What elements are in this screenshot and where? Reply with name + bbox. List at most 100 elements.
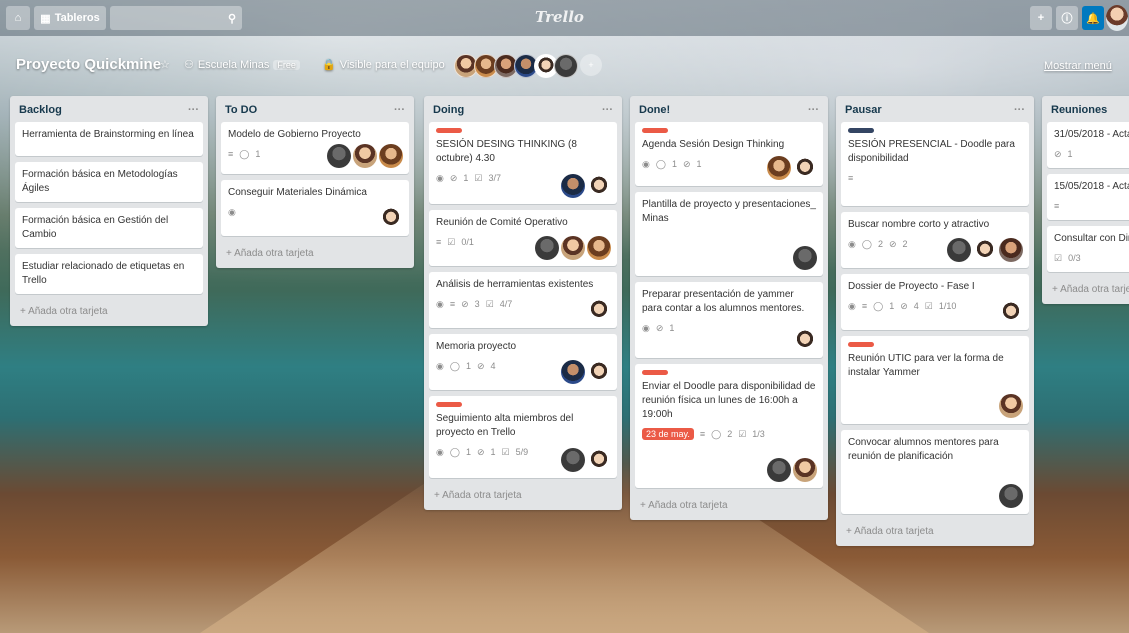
member-avatar[interactable]	[554, 54, 578, 78]
search-input[interactable]: ⚲	[110, 6, 242, 30]
member-avatar[interactable]	[327, 144, 351, 168]
card[interactable]: Modelo de Gobierno Proyecto ≡ ◯ 1	[221, 122, 409, 174]
card[interactable]: Consultar con Dir ☑ 0/3	[1047, 226, 1129, 272]
list-title[interactable]: Doing	[433, 104, 464, 116]
member-avatar[interactable]	[947, 238, 971, 262]
card[interactable]: Reunión de Comité Operativo ≡ ☑ 0/1	[429, 210, 617, 266]
card-title: Preparar presentación de yammer para con…	[642, 289, 805, 314]
board-title[interactable]: Proyecto Quickmine	[16, 56, 161, 73]
member-avatar[interactable]	[793, 458, 817, 482]
add-card-button[interactable]: + Añada otra tarjeta	[216, 242, 414, 268]
card-title: Reunión UTIC para ver la forma de instal…	[848, 353, 1004, 378]
card[interactable]: Análisis de herramientas existentes ◉ ≡ …	[429, 272, 617, 328]
card[interactable]: Seguimiento alta miembros del proyecto e…	[429, 396, 617, 478]
member-avatar[interactable]	[999, 484, 1023, 508]
watch-icon: ◉	[642, 322, 650, 333]
add-card-button[interactable]: + Añada otra tarjeta	[10, 300, 208, 326]
member-avatar[interactable]	[999, 394, 1023, 418]
card[interactable]: Formación básica en Metodologías Ágiles	[15, 162, 203, 202]
trello-logo[interactable]: Trello	[535, 8, 584, 26]
invite-member-button[interactable]: +	[580, 54, 602, 76]
team-button[interactable]: ⚇ Escuela Minas Free	[184, 58, 300, 71]
card[interactable]: Estudiar relacionado de etiquetas en Tre…	[15, 254, 203, 294]
list-menu-icon[interactable]: ···	[394, 104, 405, 116]
member-avatar[interactable]	[535, 236, 559, 260]
list-header[interactable]: To DO ···	[216, 96, 414, 122]
member-avatar[interactable]	[379, 144, 403, 168]
boards-button[interactable]: ▦ Tableros	[34, 6, 106, 30]
member-avatar[interactable]	[587, 236, 611, 260]
list-header[interactable]: Doing ···	[424, 96, 622, 122]
member-avatar[interactable]	[767, 458, 791, 482]
member-avatar[interactable]	[793, 156, 817, 180]
card[interactable]: 15/05/2018 - Acta ≡	[1047, 174, 1129, 220]
list-title[interactable]: Backlog	[19, 104, 62, 116]
add-card-button[interactable]: + Añada otra tarjeta	[836, 520, 1034, 546]
attachment-icon: ⊘	[900, 300, 908, 311]
list-menu-icon[interactable]: ···	[602, 104, 613, 116]
member-avatar[interactable]	[767, 156, 791, 180]
list-title[interactable]: To DO	[225, 104, 257, 116]
card[interactable]: Dossier de Proyecto - Fase I ◉ ≡ ◯ 1 ⊘ 4 ☑…	[841, 274, 1029, 330]
card-title: Reunión de Comité Operativo	[436, 217, 568, 228]
card[interactable]: Plantilla de proyecto y presentaciones_ …	[635, 192, 823, 276]
description-icon: ≡	[861, 301, 868, 311]
card[interactable]: Reunión UTIC para ver la forma de instal…	[841, 336, 1029, 424]
member-avatar[interactable]	[353, 144, 377, 168]
card[interactable]: Enviar el Doodle para disponibilidad de …	[635, 364, 823, 488]
due-date-badge[interactable]: 23 de may.	[642, 428, 694, 440]
add-card-button[interactable]: + Añada otra tarjeta	[630, 494, 828, 520]
add-card-button[interactable]: + Añada otra tarjeta	[424, 484, 622, 510]
member-avatar[interactable]	[999, 238, 1023, 262]
list-header[interactable]: Backlog ···	[10, 96, 208, 122]
visibility-button[interactable]: 🔒 Visible para el equipo	[322, 58, 445, 72]
member-avatar[interactable]	[973, 238, 997, 262]
member-avatar[interactable]	[587, 448, 611, 472]
list-title[interactable]: Reuniones	[1051, 104, 1107, 116]
card[interactable]: SESIÓN DESING THINKING (8 octubre) 4.30 …	[429, 122, 617, 204]
info-button[interactable]: ⓘ	[1056, 6, 1078, 30]
card[interactable]: Herramienta de Brainstorming en línea	[15, 122, 203, 156]
member-avatar[interactable]	[587, 360, 611, 384]
list-header[interactable]: Pausar ···	[836, 96, 1034, 122]
member-avatar[interactable]	[793, 328, 817, 352]
card-title: Modelo de Gobierno Proyecto	[228, 129, 361, 140]
card[interactable]: Convocar alumnos mentores para reunión d…	[841, 430, 1029, 514]
attachment-count: 1	[696, 159, 702, 169]
card[interactable]: Preparar presentación de yammer para con…	[635, 282, 823, 358]
show-menu-link[interactable]: Mostrar menú	[1044, 60, 1112, 72]
attachment-count: 4	[490, 361, 496, 371]
member-avatar[interactable]	[561, 448, 585, 472]
member-avatar[interactable]	[587, 298, 611, 322]
checklist-icon: ☑	[474, 172, 483, 183]
card[interactable]: Conseguir Materiales Dinámica ◉	[221, 180, 409, 236]
member-avatar[interactable]	[999, 300, 1023, 324]
card[interactable]: Buscar nombre corto y atractivo ◉ ◯ 2 ⊘ 2	[841, 212, 1029, 268]
list-header[interactable]: Done! ···	[630, 96, 828, 122]
card[interactable]: Agenda Sesión Design Thinking ◉ ◯ 1 ⊘ 1	[635, 122, 823, 186]
member-avatar[interactable]	[561, 360, 585, 384]
card-title: Buscar nombre corto y atractivo	[848, 219, 990, 230]
add-card-button[interactable]: + Añada otra tarjeta	[1042, 278, 1129, 304]
member-avatar[interactable]	[587, 174, 611, 198]
list-title[interactable]: Done!	[639, 104, 670, 116]
home-button[interactable]: ⌂	[6, 6, 30, 30]
list-header[interactable]: Reuniones	[1042, 96, 1129, 122]
card[interactable]: SESIÓN PRESENCIAL - Doodle para disponib…	[841, 122, 1029, 206]
card[interactable]: 31/05/2018 - Acta ⊘ 1	[1047, 122, 1129, 168]
list-title[interactable]: Pausar	[845, 104, 882, 116]
member-avatar[interactable]	[561, 236, 585, 260]
card[interactable]: Memoria proyecto ◉ ◯ 1 ⊘ 4	[429, 334, 617, 390]
attachment-count: 4	[913, 301, 919, 311]
user-avatar[interactable]	[1106, 5, 1128, 31]
create-button[interactable]: +	[1030, 6, 1052, 30]
member-avatar[interactable]	[561, 174, 585, 198]
member-avatar[interactable]	[793, 246, 817, 270]
list-menu-icon[interactable]: ···	[808, 104, 819, 116]
star-button[interactable]: ☆	[160, 58, 170, 71]
list-menu-icon[interactable]: ···	[188, 104, 199, 116]
card[interactable]: Formación básica en Gestión del Cambio	[15, 208, 203, 248]
notifications-button[interactable]: 🔔	[1082, 6, 1104, 30]
member-avatar[interactable]	[379, 206, 403, 230]
list-menu-icon[interactable]: ···	[1014, 104, 1025, 116]
